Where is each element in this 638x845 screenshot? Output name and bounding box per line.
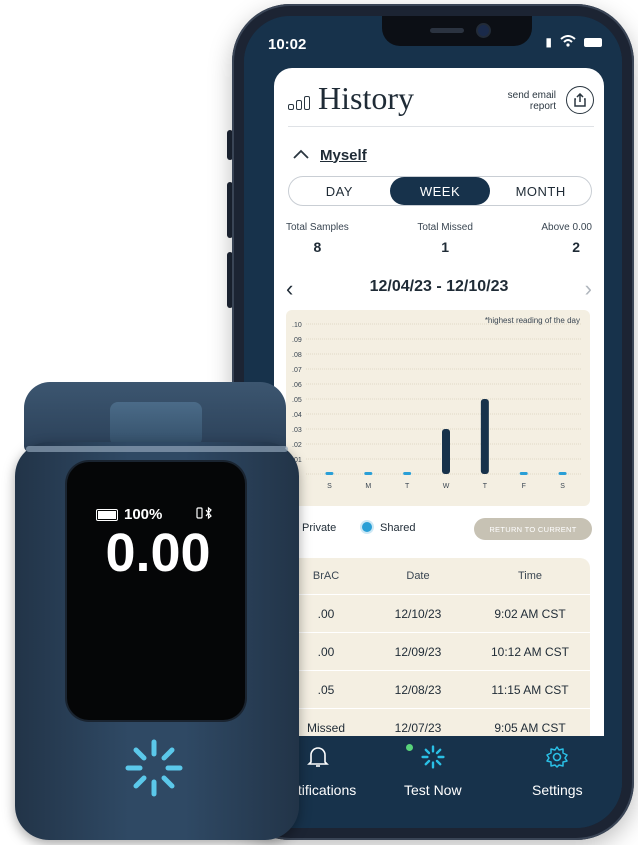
private-label: Private — [302, 522, 337, 534]
share-button[interactable] — [566, 86, 594, 114]
chevron-right-icon[interactable]: › — [585, 276, 592, 302]
history-header: History send email report — [288, 76, 594, 127]
segment-month[interactable]: MONTH — [490, 177, 591, 205]
y-tick-label: .10 — [292, 322, 302, 329]
y-tick-label: .06 — [292, 382, 302, 389]
visibility-toggle: Private Shared RETURN TO CURRENT — [286, 518, 592, 540]
tab-label: Settings — [532, 782, 583, 798]
stat-value: 2 — [572, 239, 580, 255]
device-rim — [26, 446, 288, 452]
phone-screen: 10:02 ▮ History send email report Myself — [244, 16, 622, 828]
stat-label: Total Samples — [286, 222, 349, 233]
status-dot — [406, 744, 413, 751]
cell-time: 11:15 AM CST — [491, 682, 569, 697]
x-tick-label: F — [522, 483, 526, 490]
zero-marker — [403, 472, 412, 475]
y-tick-label: .07 — [292, 367, 302, 374]
stats-row: Total Samples 8 Total Missed 1 Above 0.0… — [286, 222, 592, 255]
device-status: 100% — [96, 506, 162, 523]
brac-chart: .10.09.08.07.06.05.04.03.02.010SMTWTFS *… — [286, 310, 590, 506]
readings-table: BrAC Date Time .00 12/10/23 9:02 AM CST … — [286, 558, 590, 746]
page-title: History — [318, 80, 414, 116]
y-tick-label: .05 — [292, 397, 302, 404]
y-tick-label: .04 — [292, 412, 302, 419]
device-screen — [67, 462, 245, 720]
y-tick-label: .03 — [292, 427, 302, 434]
bottom-tab-bar: Notifications Test Now Settings — [244, 736, 622, 828]
segment-week[interactable]: WEEK — [389, 177, 491, 205]
tab-label: Test Now — [404, 782, 462, 798]
device-battery-icon — [96, 508, 118, 521]
wifi-icon — [560, 34, 576, 50]
device-burst-logo-icon — [125, 739, 183, 797]
column-header-time: Time — [517, 570, 543, 582]
x-tick-label: T — [405, 483, 410, 490]
brac-chart-svg: .10.09.08.07.06.05.04.03.02.010SMTWTFS — [292, 322, 582, 490]
share-icon — [574, 93, 586, 107]
stat-label: Above 0.00 — [541, 222, 592, 233]
column-header-date: Date — [406, 570, 430, 582]
zero-marker — [519, 472, 528, 475]
stat-label: Total Missed — [417, 222, 473, 233]
table-row[interactable]: .00 12/09/23 10:12 AM CST — [286, 632, 590, 670]
y-tick-label: .09 — [292, 337, 302, 344]
stat-value: 1 — [441, 239, 449, 255]
send-email-report-link[interactable]: send email report — [492, 90, 556, 112]
bluetooth-icon — [196, 506, 214, 523]
cell-date: 12/07/23 — [394, 720, 442, 735]
cell-date: 12/09/23 — [394, 644, 442, 659]
shared-label: Shared — [380, 522, 416, 534]
burst-logo-icon — [421, 744, 445, 770]
stat-value: 8 — [313, 239, 322, 255]
tab-settings[interactable]: Settings — [532, 744, 583, 798]
phone-notch — [382, 16, 532, 46]
x-tick-label: S — [327, 483, 332, 490]
return-to-current-button[interactable]: RETURN TO CURRENT — [474, 518, 592, 540]
segment-day[interactable]: DAY — [289, 177, 390, 205]
cell-time: 9:05 AM CST — [494, 720, 566, 735]
tab-test-now[interactable]: Test Now — [404, 744, 462, 798]
chart-bar — [442, 429, 450, 474]
x-tick-label: M — [365, 483, 371, 490]
chart-bar — [480, 399, 489, 474]
stat-total-samples: Total Samples 8 — [286, 222, 349, 255]
person-selector[interactable]: Myself — [292, 146, 367, 164]
signal-status-icon: ▮ — [545, 35, 552, 49]
status-icons: ▮ — [545, 34, 602, 50]
chevron-up-icon — [292, 146, 310, 164]
table-row[interactable]: .05 12/08/23 11:15 AM CST — [286, 670, 590, 708]
zero-marker — [364, 472, 373, 475]
stat-above-zero: Above 0.00 2 — [541, 222, 592, 255]
device-mouthpiece — [110, 402, 202, 446]
y-tick-label: .02 — [292, 442, 302, 449]
bell-icon — [306, 744, 330, 770]
date-range-nav: ‹ 12/04/23 - 12/10/23 › — [286, 276, 592, 302]
status-time: 10:02 — [268, 36, 307, 53]
shared-radio[interactable] — [362, 522, 372, 532]
x-tick-label: T — [483, 483, 488, 490]
signal-bars-icon — [288, 96, 310, 110]
person-name: Myself — [320, 146, 367, 164]
cell-time: 9:02 AM CST — [494, 606, 566, 621]
cell-date: 12/10/23 — [394, 606, 442, 621]
history-card: History send email report Myself DAY WEE… — [274, 68, 604, 768]
date-range-label: 12/04/23 - 12/10/23 — [369, 278, 509, 295]
x-tick-label: S — [560, 483, 565, 490]
stat-total-missed: Total Missed 1 — [417, 222, 473, 255]
x-tick-label: W — [443, 483, 450, 490]
device-battery-percent: 100% — [124, 506, 163, 523]
gear-icon — [545, 744, 569, 770]
cell-time: 10:12 AM CST — [490, 644, 570, 659]
table-row[interactable]: .00 12/10/23 9:02 AM CST — [286, 594, 590, 632]
table-header: BrAC Date Time — [286, 558, 590, 594]
battery-icon — [584, 37, 602, 47]
cell-date: 12/08/23 — [394, 682, 442, 697]
chart-annotation: *highest reading of the day — [484, 316, 580, 325]
device-reading: 0.00 — [105, 523, 211, 583]
zero-marker — [325, 472, 334, 475]
zero-marker — [558, 472, 567, 475]
y-tick-label: .08 — [292, 352, 302, 359]
period-segmented-control: DAY WEEK MONTH — [288, 176, 592, 206]
